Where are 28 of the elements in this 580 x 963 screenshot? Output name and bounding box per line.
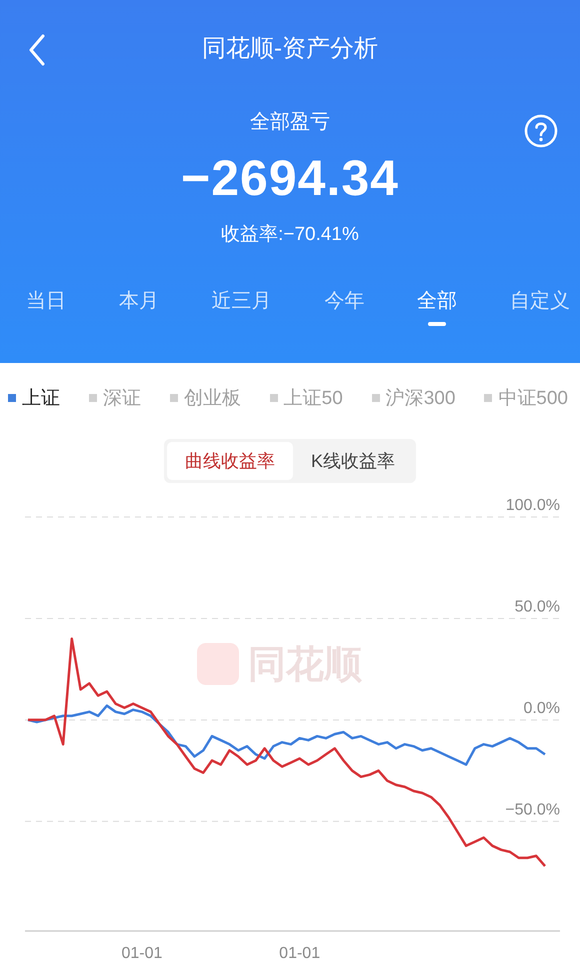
- chart-mode-tab[interactable]: K线收益率: [292, 442, 413, 480]
- index-option[interactable]: 上证50: [270, 387, 343, 409]
- index-option[interactable]: 沪深300: [372, 387, 456, 409]
- period-tab[interactable]: 全部: [417, 283, 458, 338]
- index-option[interactable]: 上证: [8, 387, 60, 409]
- page-title: 同花顺-资产分析: [202, 34, 378, 64]
- y-axis-label: 50.0%: [514, 598, 560, 616]
- period-tab[interactable]: 当日: [26, 283, 66, 338]
- x-axis-label: 01-01: [121, 945, 162, 962]
- period-tab[interactable]: 自定义: [510, 283, 570, 338]
- help-button[interactable]: [524, 114, 558, 148]
- index-option[interactable]: 中证500: [484, 387, 568, 409]
- y-axis-label: 0.0%: [524, 700, 560, 717]
- summary-label: 全部盈亏: [250, 110, 330, 135]
- period-tab[interactable]: 本月: [118, 283, 159, 338]
- brand-watermark-icon: [197, 643, 239, 685]
- y-axis-label: 100.0%: [506, 497, 560, 514]
- x-axis-label: 01-01: [279, 945, 320, 962]
- index-option[interactable]: 深证: [88, 387, 141, 409]
- total-profit-loss: −2694.34: [181, 149, 399, 207]
- back-icon: [28, 34, 46, 66]
- help-icon: [524, 114, 558, 148]
- return-rate: 收益率:−70.41%: [221, 223, 359, 247]
- period-tab[interactable]: 今年: [324, 283, 364, 338]
- index-option[interactable]: 创业板: [170, 387, 241, 409]
- y-axis-label: −50.0%: [505, 801, 560, 818]
- chart-mode-tab[interactable]: 曲线收益率: [166, 442, 293, 480]
- period-tab[interactable]: 近三月: [212, 283, 272, 338]
